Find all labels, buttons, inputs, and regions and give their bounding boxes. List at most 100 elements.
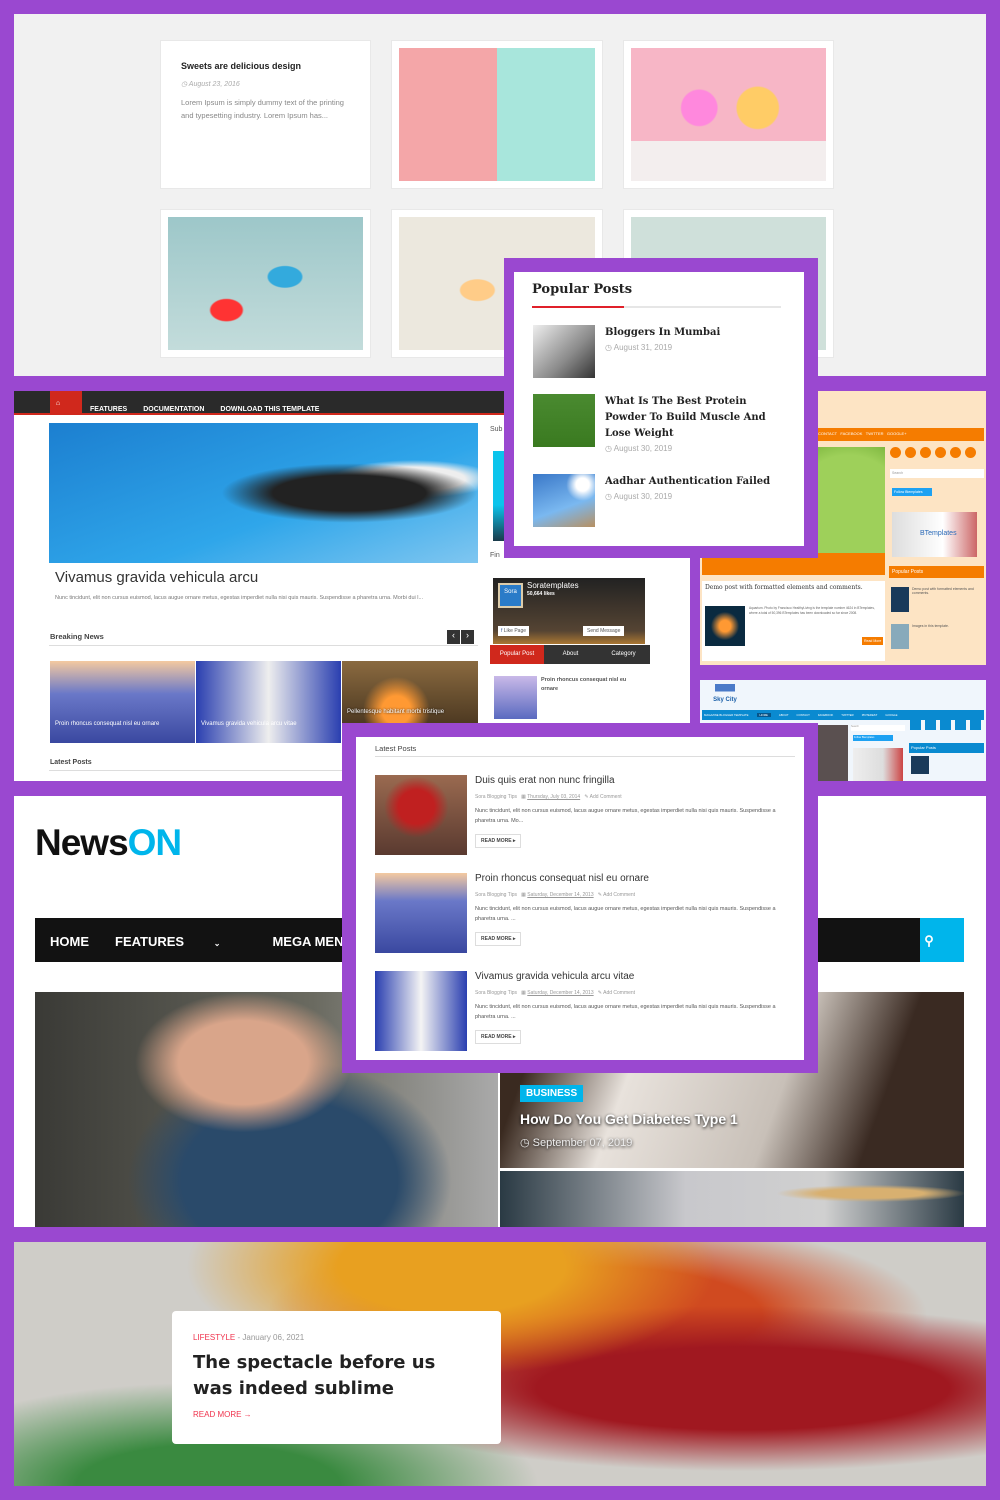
post-card[interactable]: LIFESTYLE - January 06, 2021 The spectac… xyxy=(172,1311,501,1444)
nav-home[interactable]: HOME xyxy=(50,934,89,949)
post-title[interactable]: How Do You Get Diabetes Type 1 xyxy=(520,1111,738,1127)
nav-item[interactable]: GOOGLE xyxy=(885,713,897,717)
linkedin-icon[interactable] xyxy=(955,719,966,730)
nav-twitter[interactable]: TWITTER xyxy=(866,431,884,436)
tab-post-thumb[interactable] xyxy=(494,676,537,719)
post-title[interactable]: Aadhar Authentication Failed xyxy=(605,474,785,490)
tab-category[interactable]: Category xyxy=(597,645,650,664)
post-title[interactable]: Demo post with formatted elements and co… xyxy=(705,584,863,591)
post-date[interactable]: Saturday, December 14, 2013 xyxy=(527,892,593,898)
prev-button[interactable]: ‹ xyxy=(447,630,460,644)
tab-about[interactable]: About xyxy=(544,645,597,664)
pp-thumb[interactable] xyxy=(911,756,929,774)
btemplates-widget[interactable] xyxy=(853,748,903,781)
nav-download[interactable]: DOWNLOAD THIS TEMPLATE xyxy=(220,406,319,413)
nav-item[interactable]: FACEBOOK xyxy=(818,713,833,717)
card-excerpt: Lorem Ipsum is simply dummy text of the … xyxy=(181,98,344,120)
gallery-card-boats[interactable] xyxy=(160,209,371,358)
add-comment-link[interactable]: Add Comment xyxy=(603,892,635,898)
post-thumb[interactable] xyxy=(375,971,467,1051)
category-badge[interactable]: BUSINESS xyxy=(520,1085,584,1102)
post-date: August 31, 2019 xyxy=(613,343,673,352)
gallery-card-text[interactable]: Sweets are delicious design ◷ August 23,… xyxy=(160,40,371,189)
facebook-icon[interactable] xyxy=(890,447,901,458)
skycity-logo[interactable]: Sky City xyxy=(705,684,745,706)
nav-item[interactable]: CONTACT xyxy=(797,713,810,717)
nav-home[interactable]: HOME xyxy=(756,713,771,717)
linkedin-icon[interactable] xyxy=(935,447,946,458)
pp-thumb[interactable] xyxy=(891,587,909,612)
rss-icon[interactable] xyxy=(965,447,976,458)
nav-item[interactable]: ABOUT xyxy=(779,713,789,717)
add-comment-link[interactable]: Add Comment xyxy=(590,794,622,800)
twitter-icon[interactable] xyxy=(905,447,916,458)
featured-image-woman[interactable] xyxy=(500,1171,964,1227)
post-title[interactable]: The spectacle before us was indeed subli… xyxy=(193,1350,480,1402)
skycity-slider[interactable] xyxy=(818,725,848,781)
hero-image[interactable] xyxy=(49,423,478,563)
fb-page-name[interactable]: Soratemplates xyxy=(527,581,579,590)
pp-thumb[interactable] xyxy=(891,624,909,649)
twitter-icon[interactable] xyxy=(925,719,936,730)
next-button[interactable]: › xyxy=(461,630,474,644)
post-title[interactable]: What Is The Best Protein Powder To Build… xyxy=(605,394,785,442)
hero-title[interactable]: Vivamus gravida vehicula arcu xyxy=(55,569,258,586)
nav-item[interactable]: PINTEREST xyxy=(862,713,878,717)
nav-features[interactable]: FEATURES ⌄ xyxy=(115,934,246,949)
send-message-button[interactable]: Send Message xyxy=(583,626,625,636)
nav-facebook[interactable]: FACEBOOK xyxy=(840,431,862,436)
clock-icon: ◷ xyxy=(520,1137,533,1149)
post-thumb[interactable] xyxy=(705,606,745,646)
read-more-button[interactable]: Read More xyxy=(862,637,884,645)
gallery-card-donut[interactable] xyxy=(623,40,834,189)
post-thumb[interactable] xyxy=(533,474,595,527)
post-title[interactable]: Duis quis erat non nunc fringilla xyxy=(475,775,795,786)
google-icon[interactable] xyxy=(920,447,931,458)
rss-icon[interactable] xyxy=(970,719,981,730)
read-more-button[interactable]: READ MORE ▸ xyxy=(475,1030,522,1044)
like-page-button[interactable]: f Like Page xyxy=(498,626,530,636)
post-date[interactable]: Saturday, December 14, 2013 xyxy=(527,990,593,996)
post-thumb[interactable] xyxy=(375,775,467,855)
search-button[interactable]: ⚲ xyxy=(920,918,964,962)
nav-documentation[interactable]: DOCUMENTATION xyxy=(143,406,204,413)
pp-title[interactable]: Demo post with formatted elements and co… xyxy=(912,587,980,595)
nav-item[interactable]: MAGAZINE BLOGGER TEMPLATE xyxy=(704,713,749,717)
newson-logo[interactable]: NewsON xyxy=(35,822,182,864)
nav-google[interactable]: GOOGLE+ xyxy=(887,431,907,436)
post-label[interactable]: Sora Blogging Tips xyxy=(475,892,517,898)
home-button[interactable]: ⌂ xyxy=(50,391,82,415)
nav-contact[interactable]: CONTACT xyxy=(818,431,837,436)
breaking-item[interactable]: Vivamus gravida vehicula arcu vitae xyxy=(196,661,341,743)
facebook-widget[interactable]: Sora Soratemplates 50,664 likes f Like P… xyxy=(493,578,645,644)
post-title[interactable]: Bloggers In Mumbai xyxy=(605,325,785,341)
facebook-icon[interactable] xyxy=(910,719,921,730)
post-category[interactable]: LIFESTYLE xyxy=(193,1333,235,1342)
post-date[interactable]: Thursday, July 03, 2014 xyxy=(527,794,580,800)
youtube-icon[interactable] xyxy=(950,447,961,458)
read-more-link[interactable]: READ MORE → xyxy=(193,1410,480,1419)
tab-post-title[interactable]: Proin rhoncus consequat nisl eu ornare xyxy=(541,676,641,694)
btemplates-widget[interactable]: BTemplates xyxy=(892,512,977,557)
post-thumb[interactable] xyxy=(533,325,595,378)
gallery-card-headphones[interactable] xyxy=(391,40,603,189)
follow-button[interactable]: Follow Btemplates xyxy=(892,488,932,496)
search-input[interactable]: Search xyxy=(890,469,984,478)
post-thumb[interactable] xyxy=(375,873,467,953)
post-thumb[interactable] xyxy=(533,394,595,447)
tab-popular-post[interactable]: Popular Post xyxy=(490,645,544,664)
post-title[interactable]: Proin rhoncus consequat nisl eu ornare xyxy=(475,873,795,884)
follow-button[interactable]: Follow Btemplates xyxy=(853,735,893,741)
breaking-item[interactable]: Proin rhoncus consequat nisl eu ornare xyxy=(50,661,195,743)
read-more-button[interactable]: READ MORE ▸ xyxy=(475,834,522,848)
add-comment-link[interactable]: Add Comment xyxy=(603,990,635,996)
post-title[interactable]: Vivamus gravida vehicula arcu vitae xyxy=(475,971,795,982)
search-input[interactable]: Search xyxy=(851,725,905,731)
read-more-button[interactable]: READ MORE ▸ xyxy=(475,932,522,946)
nav-features[interactable]: FEATURES xyxy=(90,406,127,413)
pp-title[interactable]: Images in this template. xyxy=(912,624,980,628)
post-label[interactable]: Sora Blogging Tips xyxy=(475,990,517,996)
post-label[interactable]: Sora Blogging Tips xyxy=(475,794,517,800)
google-icon[interactable] xyxy=(940,719,951,730)
nav-item[interactable]: TWITTER xyxy=(841,713,853,717)
